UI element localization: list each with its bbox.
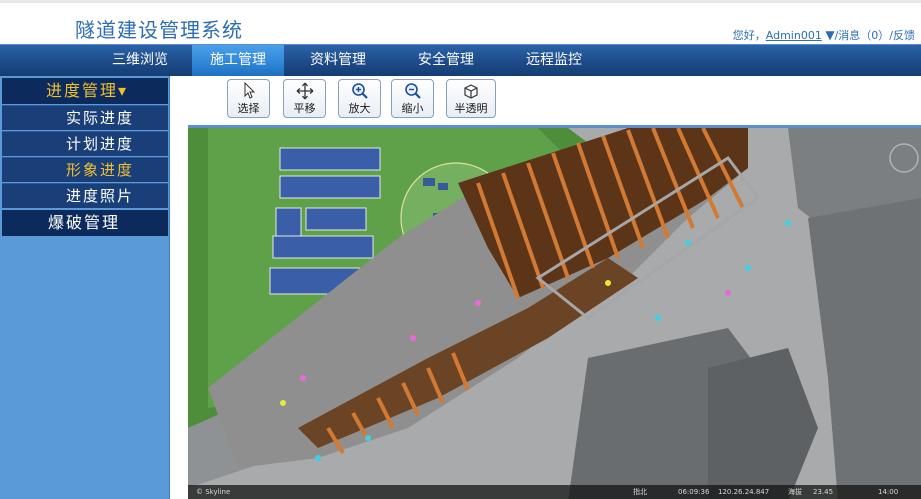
zoom-in-button[interactable]: 放大 [338,79,381,118]
zoom-out-button[interactable]: 缩小 [391,79,434,118]
status-altitude-value: 23.45 [813,488,834,496]
status-clock: 14:00 [878,488,899,496]
map-toolbar: 选择 平移 放大 缩小 半透明 [172,76,921,122]
user-area: 您好，Admin001 ▼/消息（0）/反馈 [733,27,915,43]
zoom-in-icon [339,82,380,102]
3d-map-viewport[interactable]: © Skyline 指北 06:09:36 120.26.24.847 海拔 2… [188,125,921,499]
select-button[interactable]: 选择 [227,79,270,118]
greeting-text: 您好， [732,29,766,42]
zoom-in-button-label: 放大 [348,102,371,115]
sidebar-item-visual-progress[interactable]: 形象进度 [2,157,168,182]
zoom-out-icon [392,82,433,102]
sidebar: 进度管理▾ 实际进度 计划进度 形象进度 进度照片 爆破管理 [0,76,170,499]
status-altitude-label: 海拔 [788,488,802,496]
transparent-button[interactable]: 半透明 [446,79,496,118]
pan-button[interactable]: 平移 [283,79,326,118]
status-copyright: © Skyline [196,488,231,496]
nav-tab-3d-browse[interactable]: 三维浏览 [90,45,190,76]
status-time: 06:09:36 [678,488,710,496]
pan-icon [284,82,325,102]
header: 隧道建设管理系统 您好，Admin001 ▼/消息（0）/反馈 [0,0,921,44]
status-north: 指北 [633,488,647,496]
transparent-button-label: 半透明 [454,102,488,115]
sidebar-item-progress-photos[interactable]: 进度照片 [2,183,168,208]
sidebar-group-blasting[interactable]: 爆破管理 [2,210,168,236]
pan-button-label: 平移 [293,102,316,115]
app-window: 隧道建设管理系统 您好，Admin001 ▼/消息（0）/反馈 三维浏览 施工管… [0,0,921,499]
username-link[interactable]: Admin001 [766,29,822,42]
select-button-label: 选择 [237,102,260,115]
cursor-icon [228,81,269,102]
app-title: 隧道建设管理系统 [75,18,243,42]
messages-link[interactable]: /消息（0） [835,29,890,42]
sidebar-item-planned-progress[interactable]: 计划进度 [2,131,168,156]
nav-tab-construction[interactable]: 施工管理 [192,45,284,76]
nav-tab-safety[interactable]: 安全管理 [400,45,492,76]
user-dropdown-icon[interactable]: ▼ [825,28,834,42]
nav-tab-remote-monitor[interactable]: 远程监控 [508,45,600,76]
sidebar-item-actual-progress[interactable]: 实际进度 [2,105,168,130]
main-nav: 三维浏览 施工管理 资料管理 安全管理 远程监控 [0,44,921,76]
transparent-cube-icon [447,82,495,102]
sidebar-group-progress[interactable]: 进度管理▾ [2,78,168,104]
status-coordinates: 120.26.24.847 [718,488,770,496]
viewport-status-bar: © Skyline 指北 06:09:36 120.26.24.847 海拔 2… [188,485,921,499]
3d-scene [188,128,921,499]
feedback-link[interactable]: /反馈 [889,29,915,42]
header-top-line [0,0,921,3]
nav-tab-documents[interactable]: 资料管理 [292,45,384,76]
zoom-out-button-label: 缩小 [401,102,424,115]
